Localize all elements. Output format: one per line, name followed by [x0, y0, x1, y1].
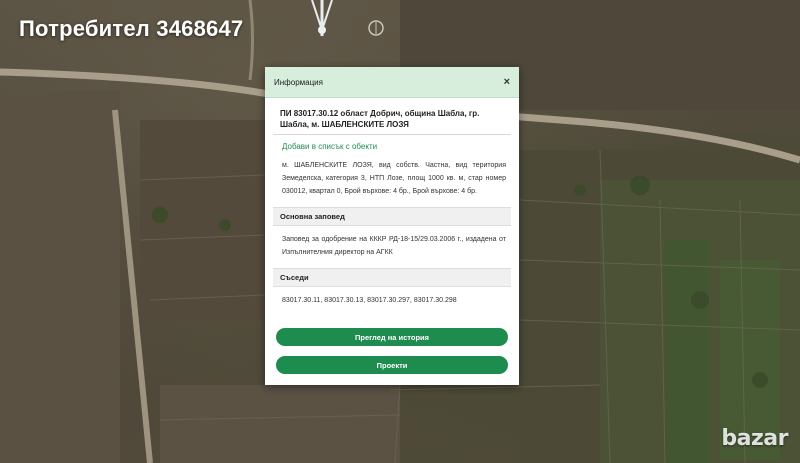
projects-button[interactable]: Проекти	[276, 356, 508, 374]
parcel-description: м. ШАБЛЕНСКИТЕ ЛОЗЯ, вид собств. Частна,…	[282, 162, 506, 195]
field-patch	[0, 90, 120, 463]
wind-turbine	[311, 0, 333, 36]
dialog-header: Информация ×	[265, 67, 519, 98]
neighbors-section-heading: Съседи	[273, 268, 511, 287]
close-icon[interactable]: ×	[504, 76, 510, 88]
parcel-title: ПИ 83017.30.12 област Добрич, община Шаб…	[273, 108, 511, 135]
order-section-text: Заповед за одобрение на КККР РД-18-15/29…	[282, 236, 506, 256]
user-label: Потребител 3468647	[19, 16, 244, 41]
dialog-body: ПИ 83017.30.12 област Добрич, община Шаб…	[265, 98, 519, 307]
vineyard-strip	[665, 240, 710, 463]
field-patch	[160, 385, 400, 463]
bazar-logo: bazar	[721, 426, 788, 451]
dirt-road	[248, 0, 254, 81]
map-marker-icon[interactable]	[368, 20, 384, 36]
add-to-list-link[interactable]: Добави в списък с обекти	[282, 142, 509, 151]
info-dialog: Информация × ПИ 83017.30.12 област Добри…	[265, 67, 519, 385]
neighbors-section-text: 83017.30.11, 83017.30.13, 83017.30.297, …	[282, 297, 457, 304]
dialog-title: Информация	[274, 77, 323, 87]
order-section-heading: Основна заповед	[273, 207, 511, 226]
view-history-button[interactable]: Преглед на история	[276, 328, 508, 346]
